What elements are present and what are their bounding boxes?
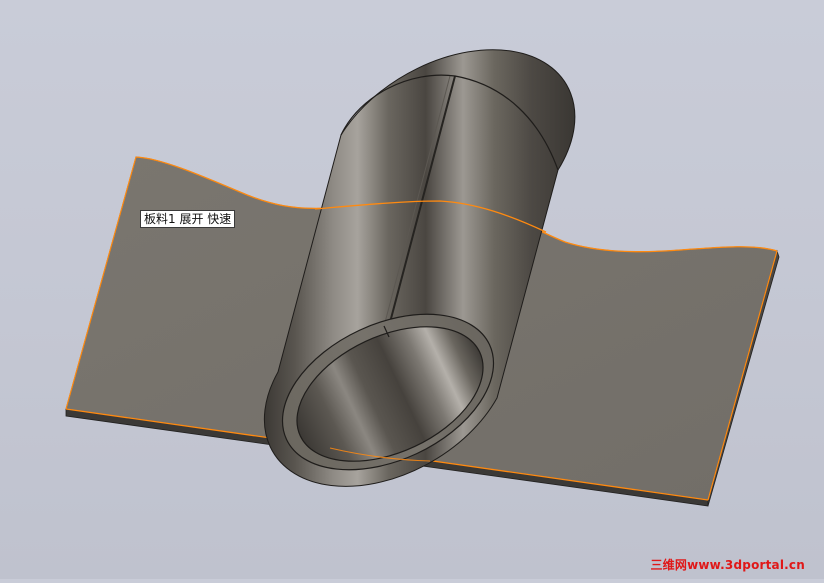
cad-graphics-area[interactable]: 板料1 展开 快速 三维网www.3dportal.cn <box>0 0 824 579</box>
watermark-text: 三维网www.3dportal.cn <box>650 558 805 572</box>
watermark-logo: 三维网www.3dportal.cn <box>650 556 805 573</box>
feature-callout-label: 板料1 展开 快速 <box>144 212 232 226</box>
feature-callout[interactable]: 板料1 展开 快速 <box>140 210 236 228</box>
